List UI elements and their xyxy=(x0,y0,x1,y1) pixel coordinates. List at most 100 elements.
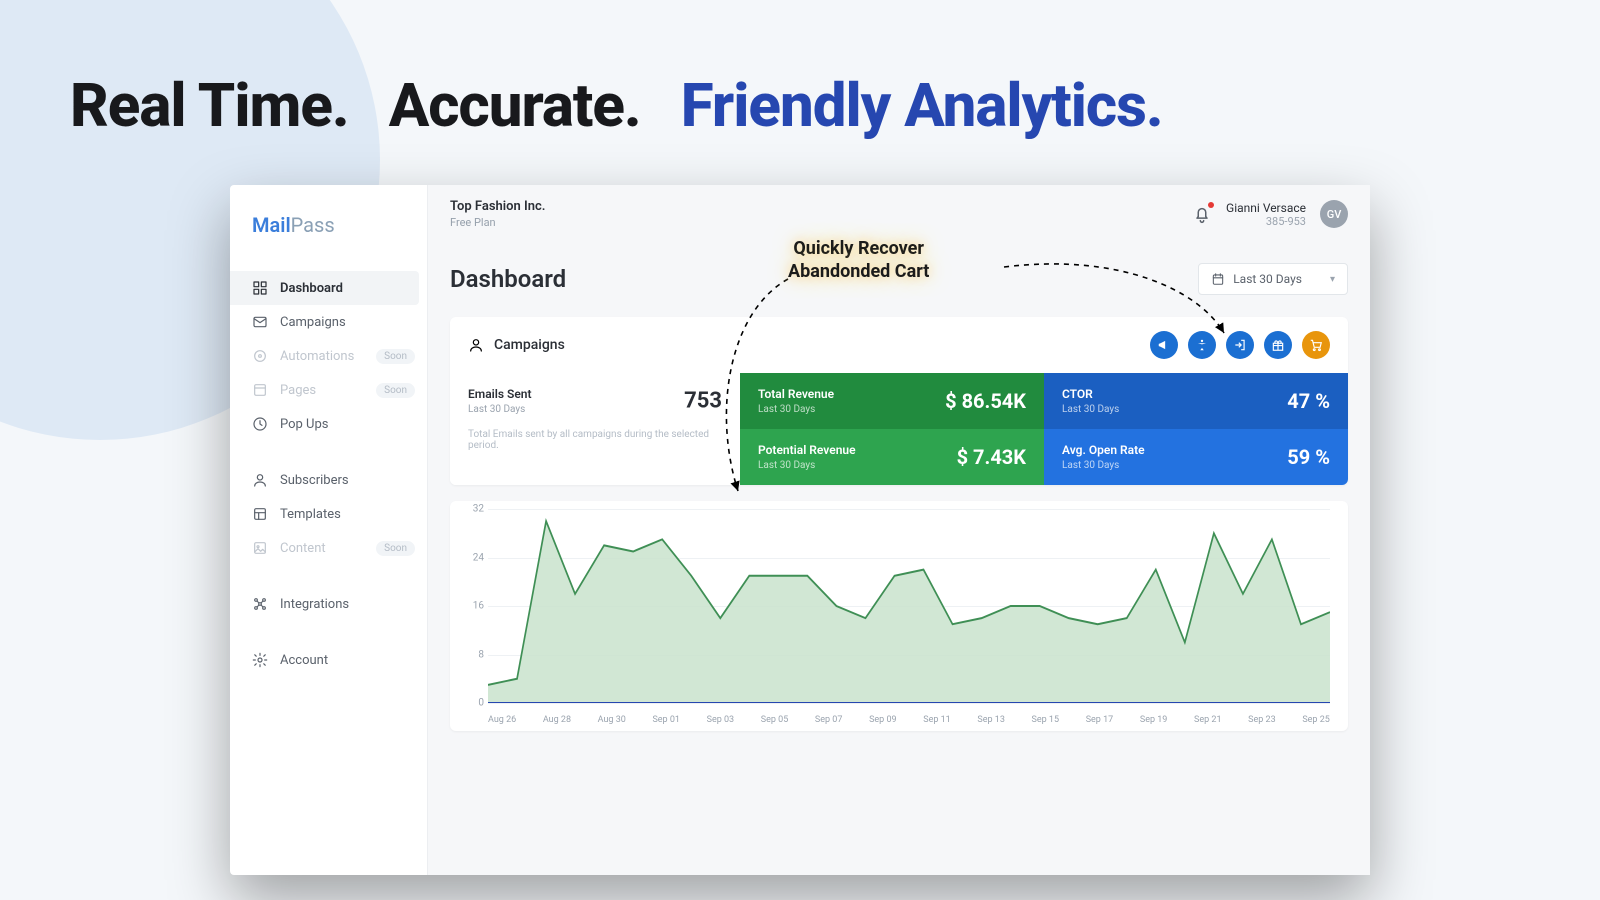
user-id: 385-953 xyxy=(1226,215,1306,228)
nav-group-integrations: Integrations xyxy=(230,583,427,639)
sidebar-item-dashboard[interactable]: Dashboard xyxy=(230,271,419,305)
content-area: Dashboard Last 30 Days ▾ Campaigns xyxy=(428,243,1370,875)
hero-word-2: Accurate. xyxy=(389,70,641,141)
campaign-type-login[interactable] xyxy=(1226,331,1254,359)
user-name: Gianni Versace xyxy=(1226,201,1306,215)
campaign-type-gift[interactable] xyxy=(1264,331,1292,359)
campaign-type-megaphone[interactable] xyxy=(1150,331,1178,359)
calendar-icon xyxy=(1211,272,1225,286)
automation-icon xyxy=(252,348,268,364)
sidebar-item-pages: Pages Soon xyxy=(230,373,427,407)
sidebar-item-label: Automations xyxy=(280,349,354,364)
stat-value: 753 xyxy=(684,389,722,414)
sidebar-item-automations: Automations Soon xyxy=(230,339,427,373)
campaign-type-person[interactable] xyxy=(1188,331,1216,359)
chart-x-tick: Sep 17 xyxy=(1086,715,1114,725)
cart-icon xyxy=(1309,338,1323,352)
sidebar-item-campaigns[interactable]: Campaigns xyxy=(230,305,427,339)
stat-potential-revenue: Potential Revenue Last 30 Days $ 7.43K xyxy=(740,429,1044,485)
person-icon xyxy=(252,472,268,488)
stat-footnote-cell: Total Emails sent by all campaigns durin… xyxy=(450,429,740,485)
bell-icon xyxy=(1192,204,1212,224)
chart-plot xyxy=(488,509,1330,703)
chevron-down-icon: ▾ xyxy=(1330,274,1335,285)
sidebar-item-label: Content xyxy=(280,541,326,556)
hero-word-1: Real Time. xyxy=(70,70,349,141)
notifications-button[interactable] xyxy=(1192,204,1212,224)
stat-value: $ 7.43K xyxy=(957,445,1026,469)
chart-y-tick: 24 xyxy=(473,552,484,563)
page-title: Dashboard xyxy=(450,265,1198,293)
chart-y-axis: 08162432 xyxy=(456,509,484,703)
soon-badge: Soon xyxy=(376,349,415,364)
sidebar-item-label: Account xyxy=(280,653,328,668)
chart-x-tick: Aug 28 xyxy=(543,715,571,725)
brand-part1: Mail xyxy=(252,213,291,237)
chart-x-tick: Sep 01 xyxy=(652,715,680,725)
chart-x-tick: Sep 25 xyxy=(1302,715,1330,725)
chart-x-tick: Sep 05 xyxy=(761,715,789,725)
integrations-icon xyxy=(252,596,268,612)
soon-badge: Soon xyxy=(376,541,415,556)
brand-part2: Pass xyxy=(291,213,335,237)
clock-icon xyxy=(252,416,268,432)
nav-group-account: Account xyxy=(230,639,427,695)
chart-y-tick: 16 xyxy=(473,601,484,612)
hero-word-3: Friendly Analytics. xyxy=(681,70,1163,141)
sidebar-item-label: Templates xyxy=(280,507,341,522)
brand-logo[interactable]: MailPass xyxy=(230,205,427,267)
sidebar-item-templates[interactable]: Templates xyxy=(230,497,427,531)
sidebar-item-popups[interactable]: Pop Ups xyxy=(230,407,427,441)
chart-x-tick: Sep 09 xyxy=(869,715,897,725)
plan-label: Free Plan xyxy=(450,216,545,229)
chart-x-tick: Sep 21 xyxy=(1194,715,1222,725)
stat-total-revenue: Total Revenue Last 30 Days $ 86.54K xyxy=(740,373,1044,429)
stat-open-rate: Avg. Open Rate Last 30 Days 59 % xyxy=(1044,429,1348,485)
chart-area: 08162432 Aug 26Aug 28Aug 30Sep 01Sep 03S… xyxy=(450,501,1348,731)
template-icon xyxy=(252,506,268,522)
chart-y-tick: 8 xyxy=(478,649,484,660)
accessibility-icon xyxy=(1195,338,1209,352)
stat-ctor: CTOR Last 30 Days 47 % xyxy=(1044,373,1348,429)
date-range-label: Last 30 Days xyxy=(1233,272,1302,286)
avatar[interactable]: GV xyxy=(1320,200,1348,228)
mail-icon xyxy=(252,314,268,330)
sidebar-item-integrations[interactable]: Integrations xyxy=(230,587,427,621)
sidebar-item-content: Content Soon xyxy=(230,531,427,565)
chart-x-tick: Sep 19 xyxy=(1140,715,1168,725)
person-icon xyxy=(468,337,484,353)
sidebar-item-label: Campaigns xyxy=(280,315,346,330)
megaphone-icon xyxy=(1157,338,1171,352)
stat-value: 59 % xyxy=(1287,445,1330,469)
stat-value: 47 % xyxy=(1287,389,1330,413)
campaigns-card: Campaigns Emails Sent Last 30 Days 753 xyxy=(450,317,1348,485)
topbar: Top Fashion Inc. Free Plan Gianni Versac… xyxy=(428,185,1370,243)
user-block[interactable]: Gianni Versace 385-953 xyxy=(1226,201,1306,228)
chart-x-axis: Aug 26Aug 28Aug 30Sep 01Sep 03Sep 05Sep … xyxy=(488,715,1330,725)
chart-card: 08162432 Aug 26Aug 28Aug 30Sep 01Sep 03S… xyxy=(450,501,1348,731)
company-name: Top Fashion Inc. xyxy=(450,199,545,214)
chart-x-tick: Sep 07 xyxy=(815,715,843,725)
chart-x-tick: Sep 13 xyxy=(977,715,1005,725)
campaign-type-cart[interactable] xyxy=(1302,331,1330,359)
exit-icon xyxy=(1233,338,1247,352)
main-area: Top Fashion Inc. Free Plan Gianni Versac… xyxy=(428,185,1370,875)
gift-icon xyxy=(1271,338,1285,352)
chart-x-tick: Sep 11 xyxy=(923,715,951,725)
sidebar-item-account[interactable]: Account xyxy=(230,643,427,677)
card-title: Campaigns xyxy=(494,337,565,353)
chart-x-tick: Sep 23 xyxy=(1248,715,1276,725)
sidebar-item-label: Integrations xyxy=(280,597,349,612)
chart-y-tick: 32 xyxy=(473,504,484,515)
sidebar-item-label: Dashboard xyxy=(280,281,343,296)
stat-emails-sent: Emails Sent Last 30 Days 753 xyxy=(450,373,740,429)
chart-x-tick: Sep 03 xyxy=(707,715,735,725)
sidebar-item-subscribers[interactable]: Subscribers xyxy=(230,463,427,497)
hero-headline: Real Time. Accurate. Friendly Analytics. xyxy=(70,70,1530,141)
stat-value: $ 86.54K xyxy=(945,389,1026,413)
image-icon xyxy=(252,540,268,556)
date-range-picker[interactable]: Last 30 Days ▾ xyxy=(1198,263,1348,295)
soon-badge: Soon xyxy=(376,383,415,398)
sidebar-item-label: Pop Ups xyxy=(280,417,329,432)
app-window: MailPass Dashboard Campaigns Automations… xyxy=(230,185,1370,875)
